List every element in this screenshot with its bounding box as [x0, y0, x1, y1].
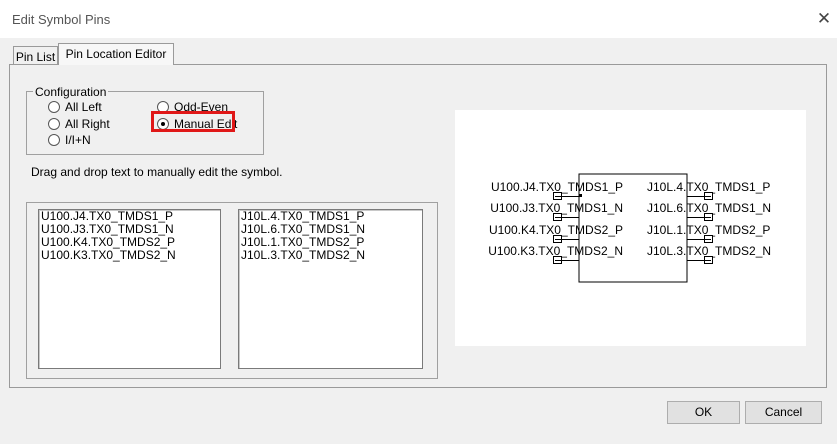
right-pin-label: J10L.4.TX0_TMDS1_P: [647, 180, 770, 194]
list-item[interactable]: J10L.3.TX0_TMDS2_N: [239, 249, 422, 262]
close-icon[interactable]: ✕: [814, 9, 834, 29]
left-pin-label: U100.K4.TX0_TMDS2_P: [489, 223, 623, 237]
pin-anchor: [579, 194, 582, 197]
radio-label: All Right: [65, 117, 110, 131]
tab-pin-list[interactable]: Pin List: [13, 46, 58, 64]
cancel-button[interactable]: Cancel: [745, 401, 822, 424]
window-title: Edit Symbol Pins: [12, 12, 111, 27]
tab-pin-location-editor[interactable]: Pin Location Editor: [58, 43, 174, 65]
symbol-canvas: U100.J4.TX0_TMDS1_P U100.J3.TX0_TMDS1_N U1…: [488, 173, 771, 283]
tab-label: Pin Location Editor: [65, 47, 167, 61]
radio-label: All Left: [65, 100, 102, 114]
right-pin-label: J10L.3.TX0_TMDS2_N: [647, 244, 771, 258]
symbol-preview: U100.J4.TX0_TMDS1_P U100.J3.TX0_TMDS1_N U1…: [455, 110, 806, 346]
radio-label: I/I+N: [65, 133, 91, 147]
left-pin-label: U100.J4.TX0_TMDS1_P: [491, 180, 623, 194]
radio-circle: [48, 118, 60, 130]
highlight-box: [151, 111, 235, 132]
right-pin-label: J10L.1.TX0_TMDS2_P: [647, 223, 770, 237]
left-pin-label: U100.K3.TX0_TMDS2_N: [488, 244, 623, 258]
radio-circle: [48, 101, 60, 113]
left-pin-label: U100.J3.TX0_TMDS1_N: [490, 201, 623, 215]
left-pin-list[interactable]: U100.J4.TX0_TMDS1_P U100.J3.TX0_TMDS1_N …: [38, 209, 221, 369]
ok-button[interactable]: OK: [667, 401, 740, 424]
tab-label: Pin List: [15, 50, 56, 64]
radio-circle: [48, 134, 60, 146]
right-pin-label: J10L.6.TX0_TMDS1_N: [647, 201, 771, 215]
configuration-label: Configuration: [33, 85, 109, 99]
hint-text: Drag and drop text to manually edit the …: [31, 165, 283, 179]
list-item[interactable]: U100.K3.TX0_TMDS2_N: [39, 249, 220, 262]
title-bar: [0, 0, 837, 38]
right-pin-list[interactable]: J10L.4.TX0_TMDS1_P J10L.6.TX0_TMDS1_N J1…: [238, 209, 423, 369]
